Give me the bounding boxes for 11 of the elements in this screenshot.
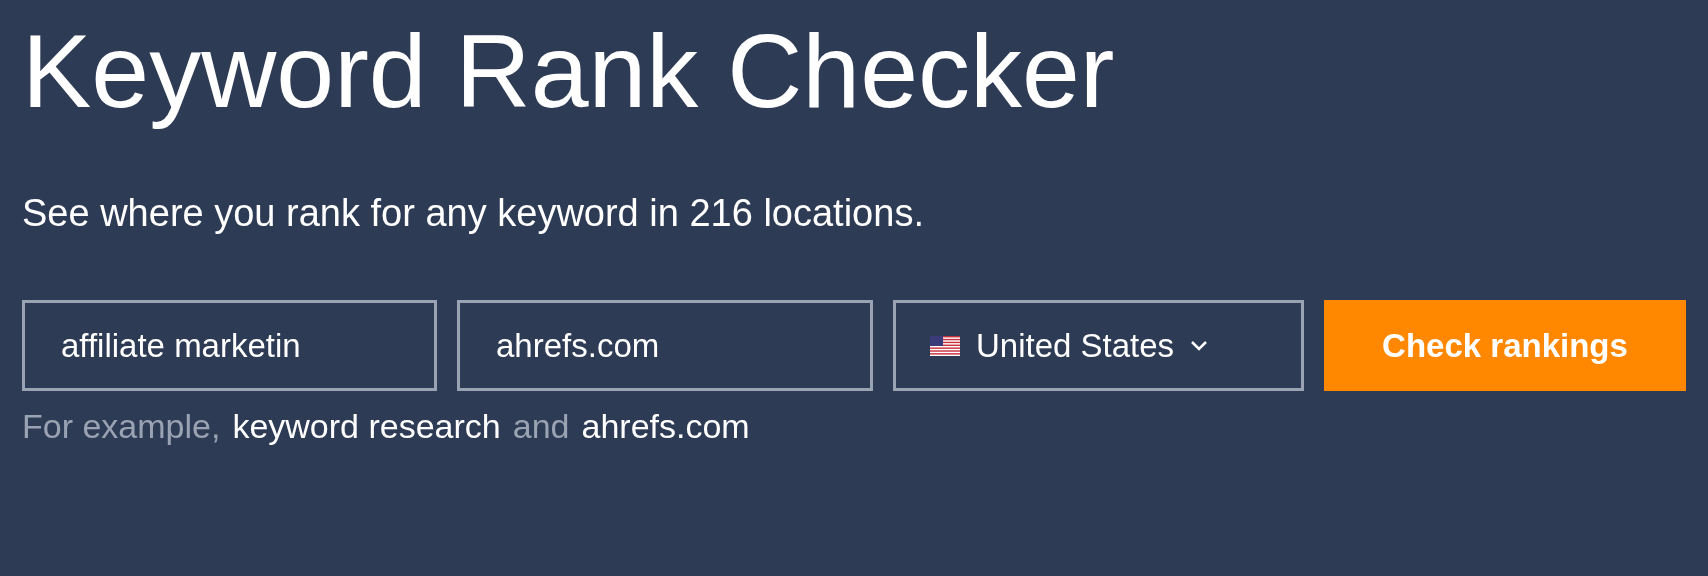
us-flag-icon xyxy=(930,335,960,356)
subtitle: See where you rank for any keyword in 216 locations. xyxy=(22,191,925,236)
domain-input-field[interactable]: ahrefs.com xyxy=(457,300,873,391)
and-label: and xyxy=(512,406,570,447)
chevron-down-icon xyxy=(1190,339,1209,352)
country-dropdown[interactable]: United States xyxy=(893,300,1304,391)
example-label: For example, xyxy=(22,406,221,447)
page-title: Keyword Rank Checker xyxy=(22,12,1116,131)
keyword-example-link[interactable]: keyword research xyxy=(232,401,501,452)
keyword-input-field[interactable]: affiliate marketin xyxy=(22,300,437,391)
domain-example-link[interactable]: ahrefs.com xyxy=(581,401,750,452)
